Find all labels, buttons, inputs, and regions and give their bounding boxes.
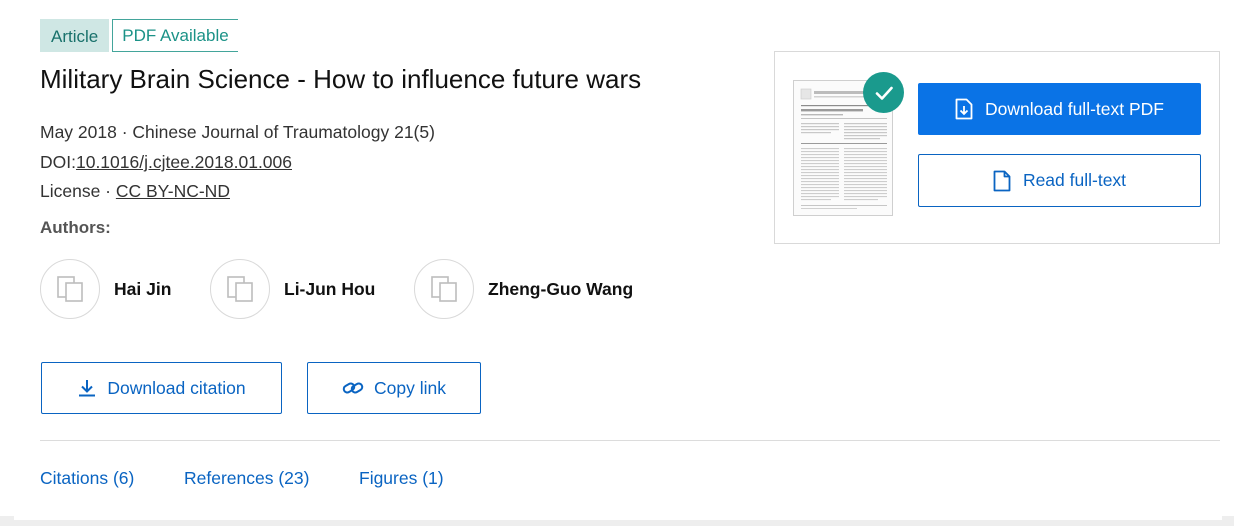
article-type-badge: Article [40, 19, 110, 52]
avatar-placeholder-icon [414, 259, 474, 319]
download-icon [79, 380, 96, 397]
fulltext-card: Download full-text PDF Read full-text [774, 51, 1220, 244]
author-name[interactable]: Zheng-Guo Wang [488, 279, 633, 300]
article-badges: Article PDF Available [40, 19, 238, 52]
avatar-placeholder-icon [40, 259, 100, 319]
author-item[interactable]: Hai Jin [40, 259, 171, 319]
license-link[interactable]: CC BY-NC-ND [116, 181, 230, 201]
doi-link[interactable]: 10.1016/j.cjtee.2018.01.006 [76, 152, 292, 172]
license-label: License · [40, 181, 116, 201]
check-icon [863, 72, 904, 113]
tab-citations[interactable]: Citations (6) [40, 468, 134, 489]
section-divider [40, 440, 1220, 441]
publication-info: May 2018 · Chinese Journal of Traumatolo… [40, 122, 435, 143]
author-item[interactable]: Zheng-Guo Wang [414, 259, 633, 319]
pdf-download-icon [955, 98, 973, 120]
author-item[interactable]: Li-Jun Hou [210, 259, 375, 319]
license-line: License · CC BY-NC-ND [40, 181, 230, 202]
download-pdf-label: Download full-text PDF [985, 98, 1164, 119]
read-fulltext-button[interactable]: Read full-text [918, 154, 1201, 207]
page-title: Military Brain Science - How to influenc… [40, 64, 642, 94]
pdf-available-badge: PDF Available [112, 19, 238, 52]
journal-name: Chinese Journal of Traumatology 21(5) [132, 122, 435, 142]
publication-date: May 2018 [40, 122, 117, 142]
avatar-placeholder-icon [210, 259, 270, 319]
document-icon [993, 170, 1011, 191]
tab-references[interactable]: References (23) [184, 468, 309, 489]
download-fulltext-pdf-button[interactable]: Download full-text PDF [918, 83, 1201, 135]
content-panel-edge [14, 516, 1222, 520]
read-fulltext-label: Read full-text [1022, 170, 1127, 190]
doi-label: DOI: [40, 152, 76, 172]
authors-label: Authors: [40, 218, 111, 237]
copy-link-button[interactable]: Copy link [307, 362, 481, 414]
download-citation-button[interactable]: Download citation [41, 362, 282, 414]
meta-separator: · [116, 122, 133, 142]
author-name[interactable]: Li-Jun Hou [284, 279, 375, 300]
author-name[interactable]: Hai Jin [114, 279, 171, 300]
link-icon [342, 382, 364, 394]
tab-figures[interactable]: Figures (1) [359, 468, 444, 489]
doi-line: DOI:10.1016/j.cjtee.2018.01.006 [40, 152, 292, 173]
download-citation-label: Download citation [107, 377, 246, 398]
copy-link-label: Copy link [374, 377, 446, 398]
